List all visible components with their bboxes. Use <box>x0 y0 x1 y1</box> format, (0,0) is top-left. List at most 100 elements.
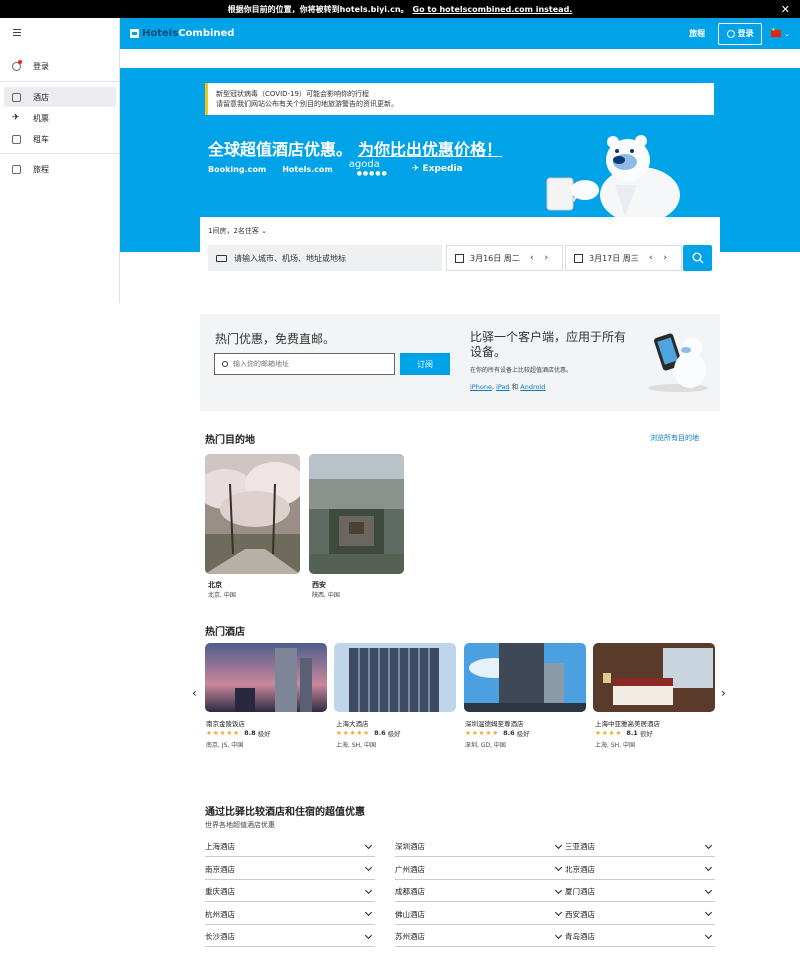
iphone-link[interactable]: iPhone <box>470 383 492 391</box>
menu-icon[interactable] <box>13 29 21 38</box>
chevron-down-icon <box>364 908 373 917</box>
deal-city-item[interactable]: 深圳酒店 <box>395 837 565 857</box>
destination-input[interactable]: 请输入城市、机场、地址或地标 <box>208 245 442 271</box>
hotel-location: 上海, SH, 中国 <box>595 742 635 749</box>
chevron-down-icon: ⌄ <box>261 227 268 235</box>
chevron-down-icon <box>704 841 713 849</box>
hotels-com-logo: Hotels.com <box>282 164 333 174</box>
deal-city-item[interactable]: 苏州酒店 <box>395 927 565 947</box>
subscribe-button[interactable]: 订阅 <box>400 353 450 375</box>
hotel-image[interactable] <box>205 643 327 712</box>
chevron-down-icon <box>704 863 713 872</box>
deal-city-item[interactable]: 成都酒店 <box>395 882 565 902</box>
hotel-rating: ★★★★★ 8.8 极好 <box>206 729 271 738</box>
destination-name[interactable]: 北京 <box>208 580 222 590</box>
app-subtitle: 在你的所有设备上比较超值酒店优惠。 <box>470 367 573 374</box>
agoda-logo: agoda ●●●●● <box>348 159 388 178</box>
chevron-right-icon[interactable]: › <box>721 686 726 700</box>
car-icon <box>12 134 21 144</box>
deal-city-item[interactable]: 厦门酒店 <box>565 882 715 902</box>
sidebar-item-hotels[interactable]: 酒店 <box>4 87 116 107</box>
destination-region: 北京, 中国 <box>208 592 236 599</box>
date-arrows-icon[interactable]: ‹ › <box>530 253 552 263</box>
ipad-link[interactable]: iPad <box>496 383 510 391</box>
xian-image[interactable] <box>309 454 404 574</box>
deal-city-item[interactable]: 北京酒店 <box>565 860 715 880</box>
hotel-name[interactable]: 上海中亚雅高美居酒店 <box>595 718 660 728</box>
destination-name[interactable]: 西安 <box>312 580 326 590</box>
chevron-down-icon <box>554 841 563 849</box>
deal-city-item[interactable]: 广州酒店 <box>395 860 565 880</box>
email-field[interactable]: 输入你的邮箱地址 <box>214 353 395 375</box>
search-icon <box>692 252 703 264</box>
checkin-date[interactable]: 3月16日 周二 ‹ › <box>446 245 563 271</box>
search-button[interactable] <box>683 245 712 271</box>
chevron-down-icon <box>364 863 373 872</box>
chevron-down-icon <box>704 931 713 939</box>
star-rating-icon: ★★★★ <box>595 729 623 737</box>
location-banner: 根据你目前的位置，你将被转到hotels.biyi.cn。 Go to hote… <box>0 0 800 18</box>
chevron-down-icon <box>364 886 373 894</box>
notification-dot <box>18 60 22 64</box>
newsletter-title: 热门优惠，免费直邮。 <box>215 332 336 346</box>
hotel-image[interactable] <box>464 643 586 712</box>
deal-city-item[interactable]: 佛山酒店 <box>395 905 565 925</box>
deal-city-item[interactable]: 上海酒店 <box>205 837 375 857</box>
mascot-bear-image <box>546 135 680 220</box>
deal-city-item[interactable]: 杭州酒店 <box>205 905 375 925</box>
sidebar-item-flights[interactable]: ✈ 机票 <box>4 108 116 128</box>
bed-icon <box>216 254 227 262</box>
calendar-icon <box>574 253 583 263</box>
hotel-rating: ★★★★★ 8.6 极好 <box>465 729 530 738</box>
sidebar-item-cars[interactable]: 租车 <box>4 129 116 149</box>
beijing-image[interactable] <box>205 454 300 574</box>
android-link[interactable]: Android <box>520 383 545 391</box>
close-icon[interactable]: ✕ <box>781 3 790 16</box>
guests-selector[interactable]: 1间房，2名住客 ⌄ <box>208 226 267 236</box>
booking-logo: Booking.com <box>208 164 267 174</box>
header: HotelsCombined 旅程 登录 ⌄ <box>120 18 800 49</box>
deal-city-item[interactable]: 南京酒店 <box>205 860 375 880</box>
divider <box>0 81 120 82</box>
sidebar-login[interactable]: 登录 <box>4 56 116 76</box>
hotel-name[interactable]: 深圳温德姆至尊酒店 <box>465 718 524 728</box>
covid-notice[interactable]: 新型冠状病毒（COVID-19）可能会影响你的行程 请留意我们网站公布有关个别目… <box>205 83 714 115</box>
expedia-logo: ✈ Expedia <box>411 164 463 174</box>
banner-link[interactable]: Go to hotelscombined.com instead. <box>413 5 573 14</box>
logo-icon <box>130 29 139 38</box>
chevron-down-icon <box>554 863 563 872</box>
banner-text: 根据你目前的位置，你将被转到hotels.biyi.cn。 <box>227 4 409 14</box>
chevron-down-icon[interactable]: ⌄ <box>784 30 790 38</box>
chevron-down-icon <box>704 908 713 917</box>
hotel-image[interactable] <box>593 643 715 712</box>
hotel-location: 南京, JS, 中国 <box>206 742 244 749</box>
deal-city-item[interactable]: 西安酒店 <box>565 905 715 925</box>
chevron-down-icon <box>554 931 563 939</box>
login-button[interactable]: 登录 <box>718 22 763 45</box>
sidebar-item-trips[interactable]: 旅程 <box>4 159 116 179</box>
date-arrows-icon[interactable]: ‹ › <box>649 253 671 263</box>
hotel-location: 深圳, GD, 中国 <box>465 742 506 749</box>
hotel-image[interactable] <box>334 643 456 712</box>
chevron-down-icon <box>554 908 563 917</box>
user-icon <box>726 29 735 38</box>
deal-city-item[interactable]: 三亚酒店 <box>565 837 715 857</box>
star-rating-icon: ★★★★★ <box>336 729 371 737</box>
hotel-name[interactable]: 南京金陵饭店 <box>206 718 245 728</box>
trips-link[interactable]: 旅程 <box>689 28 705 39</box>
divider <box>0 153 120 154</box>
chevron-left-icon[interactable]: ‹ <box>192 686 197 700</box>
deal-city-item[interactable]: 长沙酒店 <box>205 927 375 947</box>
see-all-destinations-link[interactable]: 浏览所有目的地 <box>650 433 699 443</box>
app-title: 比驿一个客户端，应用于所有设备。 <box>470 330 627 359</box>
logo[interactable]: Hotels Combined <box>130 28 234 39</box>
trips-icon <box>12 164 21 174</box>
checkout-date[interactable]: 3月17日 周三 ‹ › <box>565 245 682 271</box>
deal-city-item[interactable]: 重庆酒店 <box>205 882 375 902</box>
hotel-name[interactable]: 上海大酒店 <box>336 718 369 728</box>
search-icon <box>222 361 228 367</box>
china-flag-icon[interactable] <box>771 27 782 37</box>
deal-city-item[interactable]: 青岛酒店 <box>565 927 715 947</box>
hero-title: 全球超值酒店优惠。 为你比出优惠价格！ <box>208 140 503 159</box>
hotel-rating: ★★★★★ 8.6 极好 <box>336 729 401 738</box>
